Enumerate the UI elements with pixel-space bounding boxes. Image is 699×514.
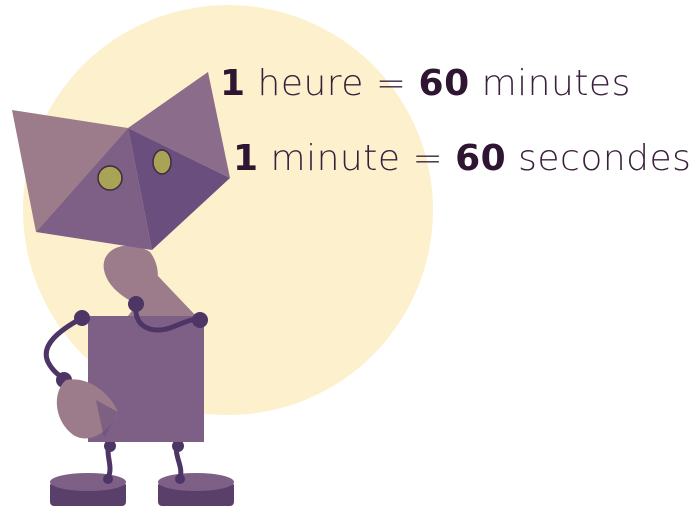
equation-minute-to-seconds: 1 minute = 60 secondes: [233, 141, 691, 177]
hour-rhs-number: 60: [418, 63, 470, 104]
minute-rhs-unit: secondes: [518, 138, 692, 179]
left-foot: [50, 473, 126, 506]
minute-equals-sign: =: [412, 138, 444, 179]
right-foot: [158, 473, 234, 506]
left-shoulder-joint: [74, 310, 90, 326]
minute-lhs-unit: minute: [270, 138, 401, 179]
minute-rhs-number: 60: [455, 138, 507, 179]
hour-equals-sign: =: [375, 63, 407, 104]
hour-lhs-number: 1: [220, 63, 246, 104]
illustration-canvas: 1 heure = 60 minutes 1 minute = 60 secon…: [0, 0, 699, 514]
hour-lhs-unit: heure: [257, 63, 364, 104]
hour-rhs-unit: minutes: [481, 63, 631, 104]
right-shoulder-joint: [192, 312, 208, 328]
equation-hour-to-minutes: 1 heure = 60 minutes: [220, 66, 631, 102]
left-ankle-joint: [103, 474, 113, 484]
right-eye-icon: [152, 149, 172, 175]
minute-lhs-number: 1: [233, 138, 259, 179]
right-hand-joint: [128, 296, 144, 312]
right-ankle-joint: [175, 474, 185, 484]
left-eye-icon: [97, 165, 123, 191]
